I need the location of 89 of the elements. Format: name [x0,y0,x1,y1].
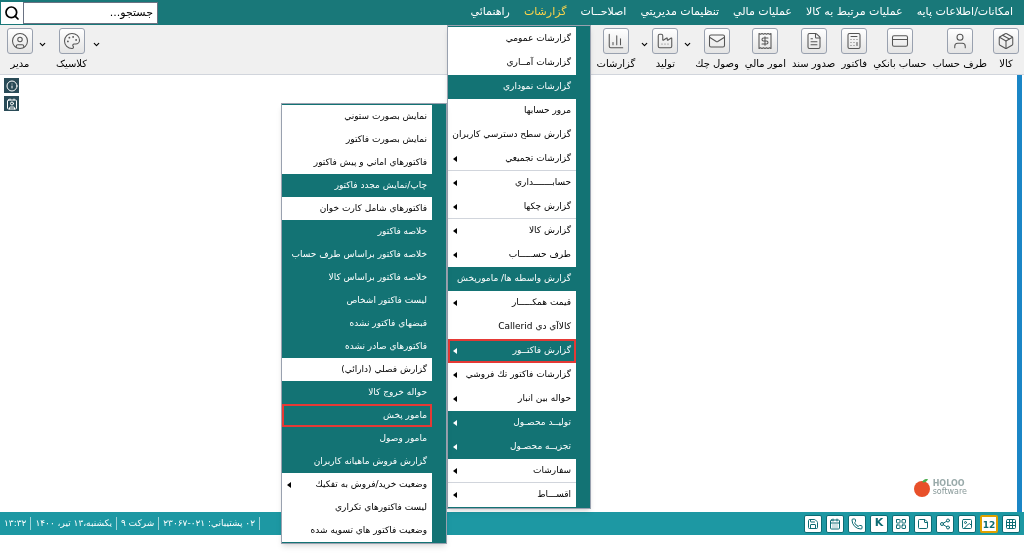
menu-item[interactable]: کالاآي دي Callerid [448,315,576,339]
person-button[interactable] [4,96,19,111]
save-icon [807,517,819,530]
info-button[interactable] [4,78,19,93]
calculator-icon [845,32,864,50]
search-button[interactable] [1,1,23,24]
menu-item[interactable]: گزارش چکها [448,195,576,219]
bar-chart-icon [606,32,625,50]
menu-item[interactable]: اقســـاط [448,483,576,507]
caret-icon[interactable] [683,40,693,49]
menu-bar-item[interactable]: امکانات/اطلاعات پایه [909,4,1020,21]
package-icon [997,32,1015,50]
toolbar-button[interactable]: تولید [649,28,682,71]
menu-item[interactable]: گزارش کالا [448,219,576,243]
grid-icon [895,517,907,530]
peach-logo-icon [912,478,931,498]
menu-item[interactable]: قیمت همکـــــار [448,291,576,315]
phone-button[interactable] [848,514,866,533]
menu-item[interactable]: لیست فاکتورهاي تکراري [282,496,432,519]
key-button[interactable]: K [870,514,888,533]
menu-item[interactable]: فاکتورهاي اماني و پیش فاکتور [282,151,432,174]
menu-item[interactable]: گزارشات عمومي [448,27,576,51]
user-circle-icon [11,32,29,50]
grid-icon [1005,517,1017,530]
document-icon [804,32,823,50]
status-text: شرکت ۹ [116,516,160,531]
status-text: ۱۳:۳۲ [0,516,32,531]
menu-item[interactable]: نمایش بصورت ستوني [282,105,432,128]
grid-button[interactable] [892,514,910,533]
logo-wordmark: HOLOO [932,480,965,488]
menu-item[interactable]: وضعیت خرید/فروش به تفکیك [282,473,432,496]
menu-item[interactable]: فاکتورهاي شامل کارت خوان [282,197,432,220]
toolbar-button[interactable]: وصول چك [692,28,742,71]
menu-item[interactable]: وضعیت فاکتور هاي تسویه شده [282,519,432,542]
search-field[interactable]: جستجو... [23,1,158,24]
calendar-day-button[interactable]: 12 [980,514,998,533]
toolbar-button[interactable]: مدیر [4,28,36,71]
image-icon [961,517,973,530]
info-icon [5,79,18,92]
image-button[interactable] [958,514,976,533]
phone-icon [851,517,863,530]
toolbar-button[interactable]: طرف حساب [929,28,990,71]
menu-item[interactable]: گزارشات آمــاري [448,51,576,75]
calendar-button[interactable] [826,514,844,533]
toolbar-button[interactable]: حساب بانکي [870,28,930,71]
palette-icon [62,32,81,50]
menu-item[interactable]: گزارش سطح دسترسي کاربران [448,123,576,147]
caret-icon[interactable] [92,40,102,49]
menu-bar-item[interactable]: تنظیمات مدیریتي [633,4,727,21]
menu-bar-item[interactable]: اصلاحــات [573,4,634,21]
menu-bar-item[interactable]: عملیات مالي [726,4,799,21]
menu-item[interactable]: سفارشات [448,459,576,483]
calendar-grid-button[interactable] [1002,514,1020,533]
share-icon [939,517,951,530]
envelope-icon [708,32,727,50]
caret-icon[interactable] [38,40,47,49]
menu-item[interactable]: حسابـــــــداري [448,171,576,195]
menu-item[interactable]: گزارشات تجمیعي [448,147,576,171]
menu-bar-item[interactable]: راهنمائي [463,4,517,21]
menu-item[interactable]: نمایش بصورت فاکتور [282,128,432,151]
toolbar-button[interactable]: کلاسیک [53,28,91,71]
menu-bar-item[interactable]: گزارشات [516,4,574,21]
logo-tagline: software [932,488,967,496]
status-text: ۰۲ پشتیباني: ۰۲۱-۲۳۰۶۷ [159,516,261,531]
caret-icon[interactable] [640,40,650,49]
save-button[interactable] [804,514,822,533]
search-icon [4,4,20,21]
menu-item[interactable]: گزارش فاکتــور [448,339,576,363]
credit-card-icon [890,32,909,50]
toolbar-button[interactable]: صدور سند [788,28,839,71]
menu-item[interactable]: مرور حسابها [448,99,576,123]
menu-item[interactable]: طرف حســـــاب [448,243,576,267]
menu-item[interactable]: گزارش فصلي (دارائي) [282,358,432,381]
status-text: یکشنبه،۱۳ تیر، ۱۴۰۰ [31,516,117,531]
person-icon [5,97,18,110]
menu-item[interactable]: گزارشات فاکتور تك فروشي [448,363,576,387]
receipt-icon [756,32,775,50]
toolbar-button[interactable]: فاکتور [838,28,871,71]
calendar-icon [829,517,841,530]
factory-icon [656,32,675,50]
menu-bar-item[interactable]: عملیات مرتبط به کالا [798,4,910,21]
toolbar-button[interactable]: گزارشات [593,28,639,71]
toolbar-button[interactable]: امور مالي [741,28,789,71]
note-icon [917,517,929,530]
menu-item[interactable]: مامور پخش [282,404,432,427]
toolbar-button[interactable]: کالا [990,28,1022,71]
share-button[interactable] [936,514,954,533]
menu-item[interactable]: حواله بین انبار [448,387,576,411]
note-button[interactable] [914,514,932,533]
